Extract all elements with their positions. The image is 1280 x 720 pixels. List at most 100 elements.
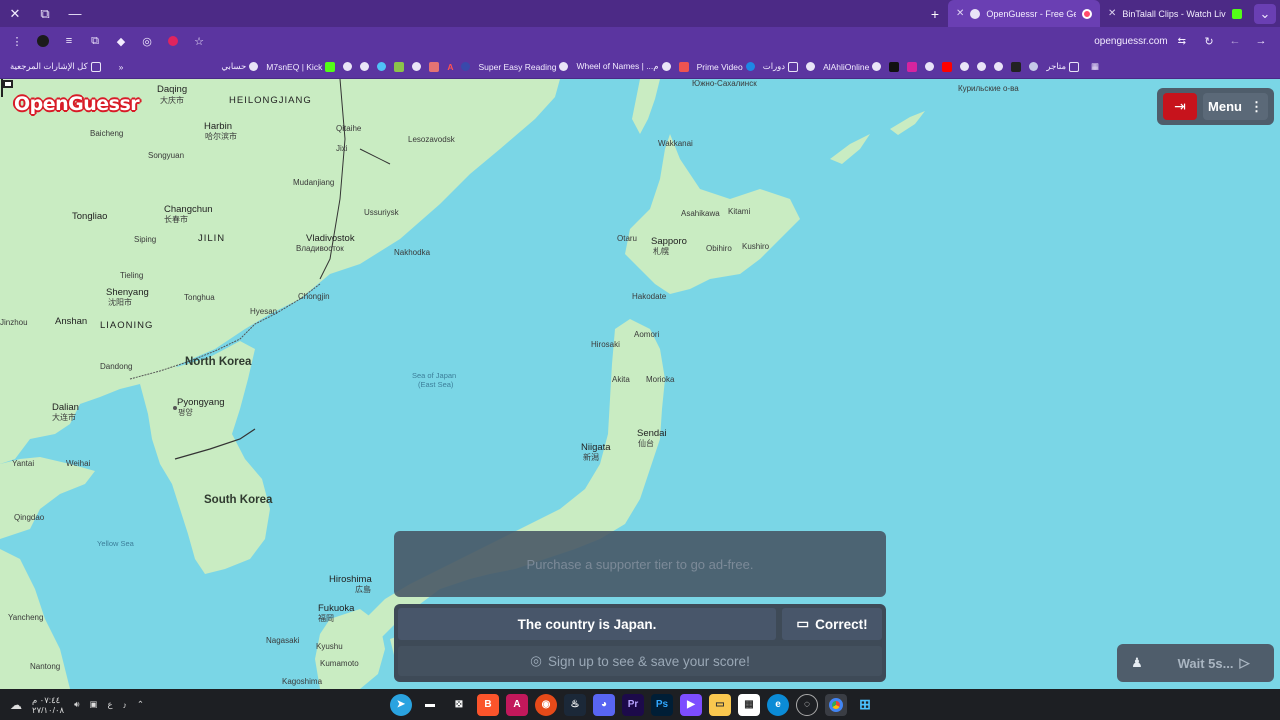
ad-banner[interactable]: Purchase a supporter tier to go ad-free.: [394, 531, 886, 597]
screen: ✕ ⧉ — + ✕ OpenGuessr - Free GeoGue ✕ Bin…: [0, 0, 1280, 720]
map-label: Hirosaki: [591, 340, 620, 349]
bookmark-item[interactable]: Super Easy Reading: [474, 62, 572, 72]
tab-close-icon[interactable]: ✕: [956, 8, 964, 19]
map-label: Baicheng: [90, 129, 124, 138]
extension-icon[interactable]: ◎: [136, 30, 158, 52]
map-label: 札幌: [653, 247, 669, 256]
joystick-icon[interactable]: ♟: [1123, 650, 1151, 676]
bookmark-item[interactable]: Wheel of Names | ...م: [572, 61, 674, 72]
steam-icon[interactable]: ♨: [564, 693, 586, 716]
map-label: Dandong: [100, 362, 133, 371]
bookmark-item[interactable]: [885, 61, 903, 72]
app-icon[interactable]: ◉: [535, 693, 557, 716]
menu-button[interactable]: Menu ⋮: [1203, 93, 1268, 120]
more-vertical-icon: ⋮: [1249, 98, 1263, 114]
forward-icon[interactable]: ←: [1224, 30, 1246, 52]
bookmark-item[interactable]: حسابي: [217, 61, 262, 72]
map-label: Changchun: [164, 204, 213, 215]
result-text: The country is Japan.: [398, 608, 776, 640]
bookmark-item[interactable]: [675, 61, 693, 72]
more-menu-icon[interactable]: ⋮: [6, 30, 28, 52]
brave-icon[interactable]: B: [477, 693, 499, 716]
bookmark-item[interactable]: [339, 62, 356, 71]
extension-icon[interactable]: [32, 30, 54, 52]
guess-flag-icon[interactable]: [0, 79, 14, 97]
network-icon[interactable]: ▣: [89, 699, 97, 710]
bookmark-item[interactable]: [356, 62, 373, 71]
telegram-icon[interactable]: ➤: [390, 693, 412, 716]
back-icon[interactable]: →: [1250, 30, 1272, 52]
chrome-icon: [377, 62, 387, 71]
file-explorer-icon[interactable]: ▭: [709, 693, 731, 716]
bookmark-item[interactable]: [408, 62, 425, 71]
bookmark-item[interactable]: [425, 61, 443, 72]
globe-icon: [960, 62, 970, 71]
bookmark-item[interactable]: [938, 61, 956, 72]
all-bookmarks[interactable]: كل الإشارات المرجعية: [6, 61, 105, 72]
globe-icon: [249, 62, 259, 71]
address-bar[interactable]: openguessr.com ⇆: [218, 30, 1190, 52]
chrome-icon[interactable]: [825, 693, 847, 716]
discord-icon[interactable]: ◕: [593, 693, 615, 716]
bookmark-item[interactable]: دورات: [759, 61, 802, 72]
apps-grid-icon[interactable]: ▦: [1087, 61, 1103, 72]
tab-title: OpenGuessr - Free GeoGue: [986, 8, 1076, 19]
windows-start-icon[interactable]: ⊞: [854, 694, 876, 716]
app-icon[interactable]: A: [506, 693, 528, 716]
bookmark-item[interactable]: [373, 62, 390, 71]
store-icon[interactable]: ▦: [738, 693, 760, 716]
bookmark-item[interactable]: Prime Video: [693, 62, 759, 72]
map-label: Qitaihe: [336, 124, 362, 133]
bookmark-item[interactable]: [921, 62, 938, 71]
microphone-icon[interactable]: ♪: [123, 700, 127, 710]
new-tab-button[interactable]: +: [922, 6, 948, 22]
bookmark-item[interactable]: [390, 61, 408, 72]
bookmark-item[interactable]: متاجر: [1042, 61, 1083, 72]
tab-kick[interactable]: ✕ BinTalall Clips - Watch Live on K: [1100, 0, 1250, 27]
extension-icon[interactable]: ◆: [110, 30, 132, 52]
premiere-icon[interactable]: Pr: [622, 693, 644, 716]
bookmark-item[interactable]: [990, 62, 1007, 71]
tab-openguessr[interactable]: ✕ OpenGuessr - Free GeoGue: [948, 0, 1100, 27]
app-icon[interactable]: ◌: [796, 693, 818, 716]
bookmark-item[interactable]: AlAhliOnline: [819, 62, 885, 72]
volume-icon[interactable]: 🔊︎: [74, 699, 79, 710]
bookmark-item[interactable]: [1025, 62, 1042, 71]
tray-overflow-icon[interactable]: ⌃: [137, 699, 144, 710]
world-map[interactable]: OpenGuessr North Korea South Korea HEILO…: [0, 79, 1280, 689]
bookmark-item[interactable]: [956, 62, 973, 71]
bookmark-star-icon[interactable]: ☆: [188, 30, 210, 52]
play-icon: ▷: [1239, 655, 1250, 670]
openguessr-logo[interactable]: OpenGuessr: [14, 93, 140, 115]
tab-search-icon[interactable]: ⌄: [1254, 3, 1276, 24]
bookmark-item[interactable]: M7snEQ | Kick: [262, 61, 339, 72]
extension-icon[interactable]: [162, 30, 184, 52]
weather-icon[interactable]: ☁: [10, 698, 22, 712]
reload-icon[interactable]: ↻: [1198, 30, 1220, 52]
app-icon[interactable]: ▬: [419, 694, 441, 716]
signup-button[interactable]: ◎ Sign up to see & save your score!: [398, 646, 882, 676]
language-indicator[interactable]: ع: [108, 699, 113, 710]
photoshop-icon[interactable]: Ps: [651, 693, 673, 716]
bookmarks-overflow-icon[interactable]: »: [115, 62, 128, 72]
media-icon[interactable]: ≡: [58, 30, 80, 52]
edge-icon[interactable]: e: [767, 693, 789, 716]
tab-close-icon[interactable]: ✕: [1108, 8, 1116, 19]
app-icon[interactable]: ▶: [680, 693, 702, 716]
bookmark-item[interactable]: [903, 61, 921, 72]
bookmark-item[interactable]: A: [443, 62, 457, 72]
window-close-icon[interactable]: ✕: [0, 0, 30, 27]
globe-icon: [343, 62, 353, 71]
app-icon[interactable]: ⊠: [448, 694, 470, 716]
bookmark-item[interactable]: [1007, 61, 1025, 72]
extensions-puzzle-icon[interactable]: ⧉: [84, 30, 106, 52]
site-settings-icon[interactable]: ⇆: [1178, 36, 1186, 47]
bookmark-item[interactable]: [457, 62, 474, 71]
window-restore-icon[interactable]: ⧉: [30, 0, 60, 27]
exit-button[interactable]: ⇥: [1163, 93, 1197, 120]
bookmark-item[interactable]: [802, 62, 819, 71]
bookmark-item[interactable]: [973, 62, 990, 71]
map-label: 大庆市: [160, 96, 184, 105]
window-minimize-icon[interactable]: —: [60, 0, 90, 27]
next-round-button[interactable]: Wait 5s... ▷: [1159, 650, 1268, 676]
